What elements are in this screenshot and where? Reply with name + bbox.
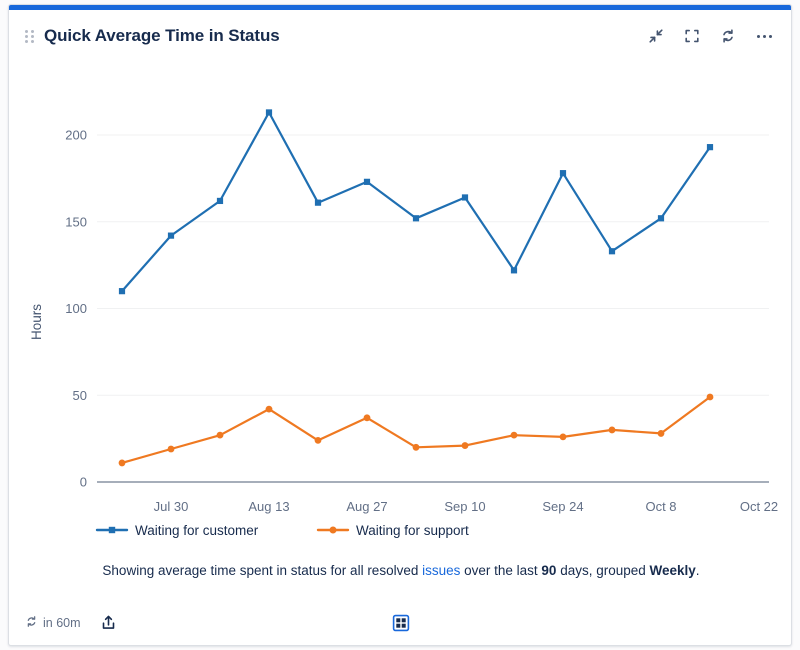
series-line[interactable] [122,112,710,291]
data-point-marker[interactable] [119,460,126,467]
y-axis-tick-label: 0 [80,475,87,490]
y-axis-tick-label: 50 [73,388,87,403]
y-axis-tick-label: 100 [65,301,87,316]
data-point-marker[interactable] [266,109,272,115]
description-after-days: days, grouped [556,563,649,578]
grid-view-icon[interactable] [389,611,413,635]
page-title: Quick Average Time in Status [44,26,280,46]
data-point-marker[interactable] [364,414,371,421]
x-axis-tick-label: Aug 27 [346,499,387,514]
description-grouping: Weekly [650,563,696,578]
y-axis-tick-label: 200 [65,128,87,143]
data-point-marker[interactable] [168,233,174,239]
refresh-small-icon [25,615,38,631]
ellipsis-glyph [757,35,772,38]
data-point-marker[interactable] [658,430,665,437]
data-point-marker[interactable] [364,179,370,185]
data-point-marker[interactable] [168,446,175,453]
card-footer-bar: in 60m [9,599,792,646]
legend-label: Waiting for customer [135,523,259,538]
chart-container: 0 50 100 150 200 Hours Jul 30 Aug 13 Aug 27 Sep 1… [9,62,792,557]
line-chart[interactable]: 0 50 100 150 200 Hours Jul 30 Aug 13 Aug 27 Sep 1… [9,62,792,557]
data-point-marker[interactable] [266,406,273,413]
refresh-timer-label: in 60m [43,616,81,630]
description-suffix: . [696,563,700,578]
data-point-marker[interactable] [658,215,664,221]
widget-root: Quick Average Time in Status [0,0,800,650]
description-middle: over the last [460,563,541,578]
legend-label: Waiting for support [356,523,469,538]
data-point-marker[interactable] [707,144,713,150]
data-point-marker[interactable] [217,432,224,439]
data-point-marker[interactable] [511,432,518,439]
expand-icon[interactable] [681,25,703,47]
refresh-timer-button[interactable]: in 60m [25,615,81,631]
data-point-marker[interactable] [560,433,567,440]
description-prefix: Showing average time spent in status for… [102,563,422,578]
description-days: 90 [541,563,556,578]
data-point-marker[interactable] [462,194,468,200]
data-point-marker[interactable] [511,267,517,273]
x-axis-tick-label: Jul 30 [154,499,189,514]
series-line[interactable] [122,397,710,463]
legend-swatch-marker [109,527,115,533]
legend-item[interactable]: Waiting for support [318,523,469,538]
data-point-marker[interactable] [119,288,125,294]
refresh-icon[interactable] [717,25,739,47]
issues-link[interactable]: issues [422,563,460,578]
data-point-marker[interactable] [315,437,322,444]
legend-swatch-marker [330,527,337,534]
chart-description: Showing average time spent in status for… [9,563,792,578]
share-icon[interactable] [97,611,121,635]
data-point-marker[interactable] [462,442,469,449]
data-point-marker[interactable] [315,200,321,206]
data-point-marker[interactable] [609,248,615,254]
data-point-marker[interactable] [560,170,566,176]
data-point-marker[interactable] [413,215,419,221]
data-point-marker[interactable] [217,198,223,204]
x-axis-tick-label: Oct 22 [740,499,778,514]
data-point-marker[interactable] [609,427,616,434]
y-axis-title: Hours [29,304,44,340]
x-axis-tick-label: Aug 13 [248,499,289,514]
data-point-marker[interactable] [707,394,714,401]
legend-item[interactable]: Waiting for customer [97,523,259,538]
chart-card: Quick Average Time in Status [8,4,792,646]
x-axis-tick-label: Sep 10 [444,499,485,514]
more-options-icon[interactable] [753,25,775,47]
x-axis-tick-label: Oct 8 [645,499,676,514]
collapse-icon[interactable] [645,25,667,47]
header-actions [645,25,775,47]
y-axis-tick-label: 150 [65,214,87,229]
card-header: Quick Average Time in Status [9,10,792,62]
drag-handle-icon[interactable] [23,27,35,45]
data-point-marker[interactable] [413,444,420,451]
x-axis-tick-label: Sep 24 [542,499,583,514]
